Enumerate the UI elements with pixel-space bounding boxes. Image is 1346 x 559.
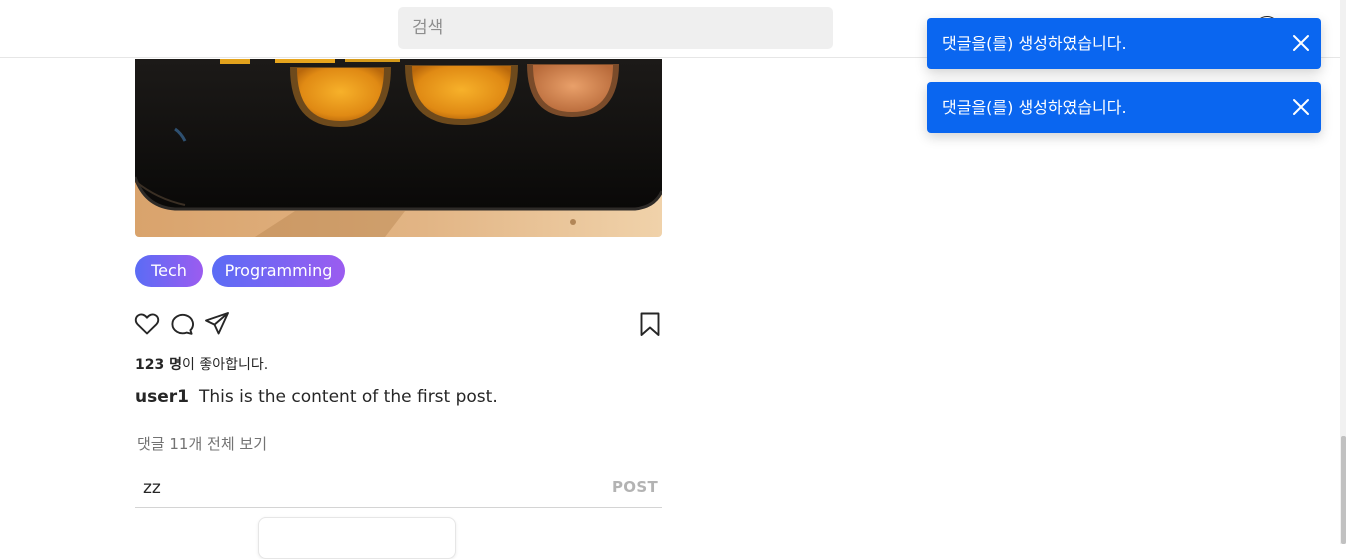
- post-content-text: This is the content of the first post.: [198, 387, 498, 407]
- page-scrollbar-thumb[interactable]: [1341, 436, 1346, 544]
- next-post-card: [258, 517, 456, 559]
- toast-notification: 댓글을(를) 생성하였습니다.: [927, 82, 1321, 133]
- bookmark-icon[interactable]: [639, 312, 661, 337]
- search-input[interactable]: [398, 7, 833, 49]
- post-author-username[interactable]: user1: [135, 387, 189, 407]
- comment-input[interactable]: [135, 470, 605, 506]
- likes-suffix: 이 좋아합니다.: [181, 357, 269, 373]
- close-icon[interactable]: [1291, 33, 1311, 53]
- post-comment-button[interactable]: POST: [612, 478, 658, 496]
- close-icon[interactable]: [1291, 97, 1311, 117]
- speech-bubble-icon[interactable]: [169, 312, 195, 336]
- tag-tech[interactable]: Tech: [135, 255, 203, 287]
- likes-count: 123 명: [135, 357, 182, 373]
- post-image: [135, 59, 662, 237]
- heart-icon[interactable]: [134, 312, 160, 336]
- paper-plane-icon[interactable]: [204, 311, 230, 336]
- toast-message: 댓글을(를) 생성하였습니다.: [942, 98, 1127, 117]
- tag-programming[interactable]: Programming: [212, 255, 345, 287]
- toast-notification: 댓글을(를) 생성하였습니다.: [927, 18, 1321, 69]
- likes-summary: 123 명이 좋아합니다.: [135, 355, 268, 375]
- view-all-comments-link[interactable]: 댓글 11개 전체 보기: [137, 434, 267, 454]
- toast-message: 댓글을(를) 생성하였습니다.: [942, 34, 1127, 53]
- comment-input-divider: [135, 507, 662, 508]
- post-caption: user1 This is the content of the first po…: [135, 386, 498, 408]
